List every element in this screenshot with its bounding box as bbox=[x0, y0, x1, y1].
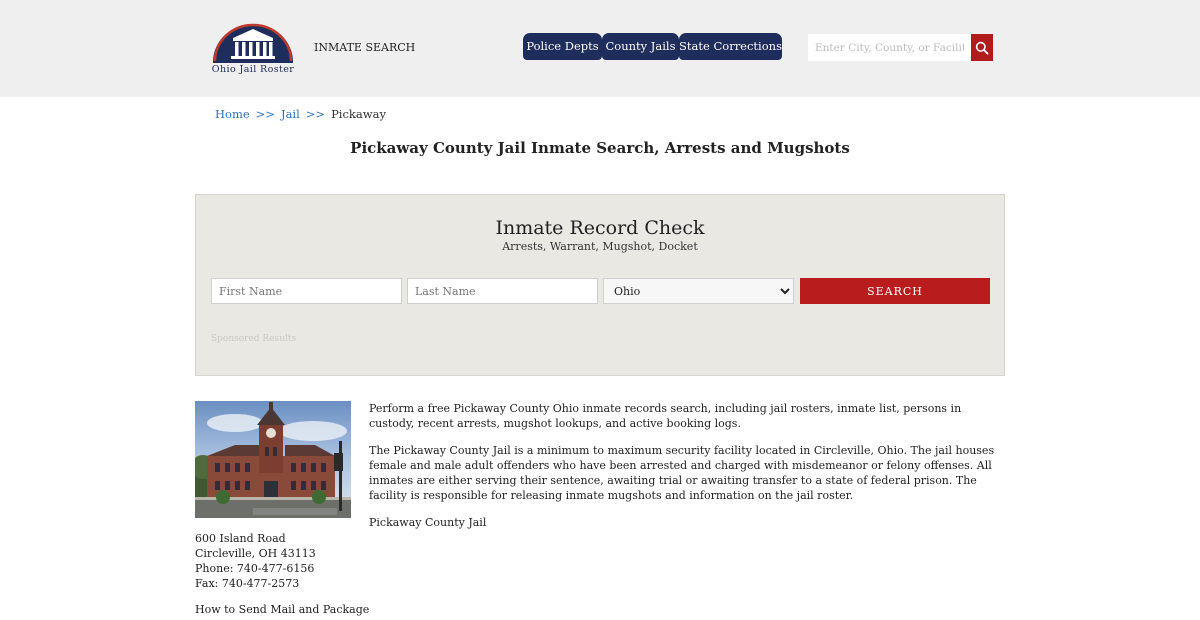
state-select[interactable]: Ohio bbox=[603, 278, 794, 304]
facility-fax: Fax: 740-477-2573 bbox=[195, 577, 300, 590]
site-logo[interactable]: Ohio Jail Roster bbox=[207, 20, 299, 78]
breadcrumb-jail[interactable]: Jail bbox=[281, 107, 300, 121]
nav-police-depts[interactable]: Police Depts bbox=[523, 33, 602, 60]
main-content: Perform a free Pickaway County Ohio inma… bbox=[369, 401, 1005, 542]
address-line-2: Circleville, OH 43113 bbox=[195, 547, 316, 560]
breadcrumb-current: Pickaway bbox=[331, 107, 386, 121]
description-paragraph: The Pickaway County Jail is a minimum to… bbox=[369, 444, 995, 502]
send-mail-link[interactable]: How to Send Mail and Package bbox=[195, 603, 369, 616]
intro-paragraph: Perform a free Pickaway County Ohio inma… bbox=[369, 402, 962, 430]
nav-county-jails[interactable]: County Jails bbox=[602, 33, 679, 60]
inmate-record-check-panel: Inmate Record Check Arrests, Warrant, Mu… bbox=[195, 194, 1005, 376]
facility-address: 600 Island Road Circleville, OH 43113 Ph… bbox=[195, 531, 316, 591]
facility-search-button[interactable] bbox=[971, 34, 993, 61]
courthouse-logo-icon bbox=[213, 23, 293, 63]
nav-state-corrections[interactable]: State Corrections bbox=[679, 33, 782, 60]
facility-phone: Phone: 740-477-6156 bbox=[195, 562, 315, 575]
sponsored-results-label: Sponsored Results bbox=[211, 334, 297, 344]
facility-photo bbox=[195, 401, 351, 518]
panel-subtitle: Arrests, Warrant, Mugshot, Docket bbox=[502, 240, 698, 253]
first-name-input[interactable] bbox=[211, 278, 402, 304]
facility-search-input[interactable] bbox=[808, 34, 971, 61]
breadcrumb-separator: >> bbox=[305, 107, 326, 121]
breadcrumb: Home >> Jail >> Pickaway bbox=[215, 107, 386, 121]
record-search-button[interactable]: SEARCH bbox=[800, 278, 990, 304]
courthouse-photo-image bbox=[195, 401, 351, 518]
logo-text: Ohio Jail Roster bbox=[211, 64, 295, 75]
inmate-search-link[interactable]: INMATE SEARCH bbox=[314, 41, 415, 54]
site-header: Ohio Jail Roster INMATE SEARCH Police De… bbox=[0, 0, 1200, 97]
page-title: Pickaway County Jail Inmate Search, Arre… bbox=[350, 139, 850, 157]
address-line-1: 600 Island Road bbox=[195, 532, 286, 545]
facility-name: Pickaway County Jail bbox=[369, 516, 487, 529]
panel-title: Inmate Record Check bbox=[495, 217, 705, 239]
breadcrumb-separator: >> bbox=[255, 107, 275, 121]
breadcrumb-home[interactable]: Home bbox=[215, 107, 250, 121]
search-icon bbox=[975, 41, 989, 55]
last-name-input[interactable] bbox=[407, 278, 598, 304]
